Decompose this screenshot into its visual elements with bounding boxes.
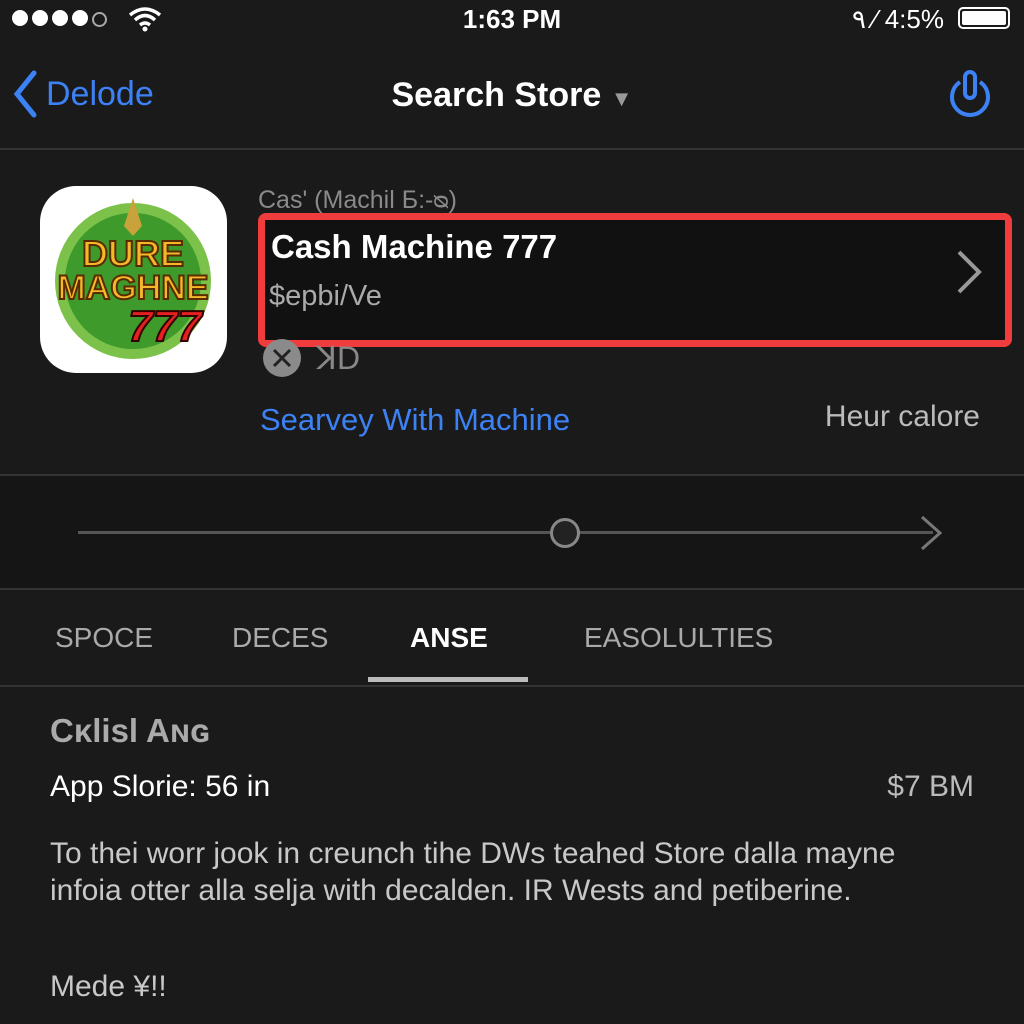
slider-track[interactable] — [78, 531, 933, 534]
description-footer: Mede ¥!! — [50, 970, 167, 1003]
app-header: DURE MAGHNE 777 Cas' (Machil Б:-ᴓ) Cash … — [0, 150, 1024, 476]
navigation-bar: Delode Search Store ▼ — [0, 40, 1024, 150]
tab-anse[interactable]: ANSE — [410, 622, 488, 654]
caret-down-icon: ▼ — [610, 86, 633, 111]
tab-spoce[interactable]: SPOCE — [55, 622, 153, 654]
active-tab-indicator — [368, 677, 528, 682]
stat-value: $7 BM — [887, 770, 974, 803]
page-title-text: Search Store — [391, 76, 602, 114]
status-right-text: ٩ ⁄ 4:5% — [851, 4, 944, 34]
battery-icon — [958, 7, 1010, 29]
app-link[interactable]: Searvey With Machine — [260, 402, 570, 438]
app-logo-image: DURE MAGHNE 777 — [55, 198, 211, 359]
slider-knob[interactable] — [550, 518, 581, 548]
section-heading: Cκlisl Aɴɢ — [50, 712, 210, 749]
rating-row: ꓘD — [262, 338, 360, 378]
description-paragraph: To thei worr jook in creunch tihe DWs te… — [50, 837, 896, 907]
tab-deces[interactable]: DECES — [232, 622, 328, 654]
app-icon[interactable]: DURE MAGHNE 777 — [40, 186, 227, 373]
arrow-right-icon[interactable] — [918, 514, 944, 552]
app-name: Cash Machine 777 — [271, 228, 558, 265]
rating-label: ꓘD — [316, 340, 361, 376]
stat-label: App Slorie: 56 in — [50, 770, 271, 803]
close-circle-icon[interactable] — [262, 338, 302, 378]
power-icon[interactable] — [946, 68, 994, 120]
status-bar: 1:63 PM ٩ ⁄ 4:5% — [0, 0, 1024, 40]
svg-text:777: 777 — [128, 302, 204, 351]
slider-section — [0, 476, 1024, 590]
app-side-text: Heur calore — [824, 400, 980, 433]
tab-bar: SPOCE DECES ANSE EASOLULTIES — [0, 590, 1024, 687]
app-title-row[interactable]: Cash Machine 777 $epbi/Ve — [258, 213, 1012, 347]
page-title[interactable]: Search Store ▼ — [0, 76, 1024, 115]
tab-easolulties[interactable]: EASOLULTIES — [584, 622, 773, 654]
app-caption: Cas' (Machil Б:-ᴓ) — [258, 186, 457, 214]
chevron-right-icon — [957, 250, 982, 294]
svg-text:DURE: DURE — [82, 233, 184, 274]
app-subtitle: $epbi/Ve — [269, 280, 382, 312]
